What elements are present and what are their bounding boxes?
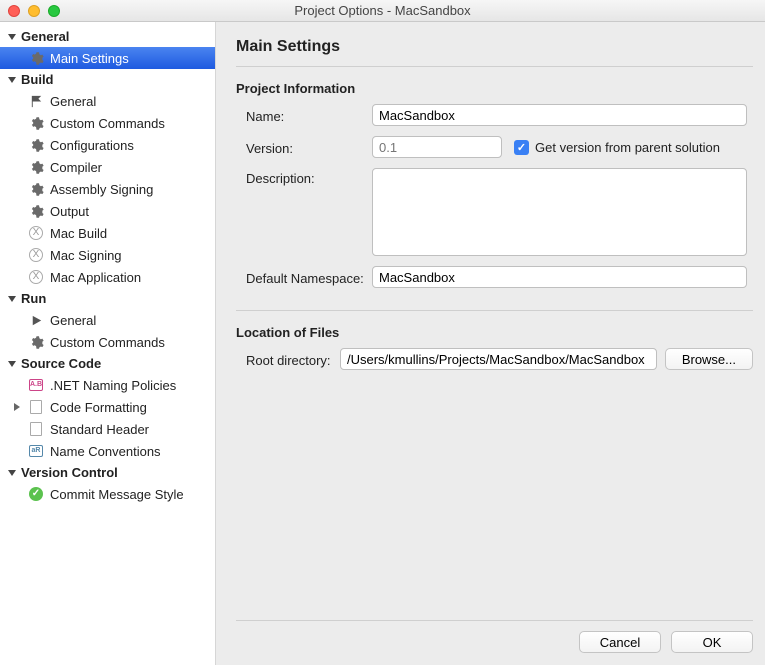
sidebar-section-general[interactable]: General [0, 26, 215, 47]
sidebar-item-general[interactable]: General [0, 309, 215, 331]
chevron-right-icon [14, 403, 20, 411]
gear-icon [28, 50, 44, 66]
description-textarea[interactable] [372, 168, 747, 256]
sidebar-item-label: General [50, 313, 96, 328]
gear-icon [28, 115, 44, 131]
sidebar-item-label: Assembly Signing [50, 182, 153, 197]
x-icon: X [28, 247, 44, 263]
browse-button[interactable]: Browse... [665, 348, 753, 370]
sidebar-item-custom-commands[interactable]: Custom Commands [0, 331, 215, 353]
chevron-down-icon [8, 296, 16, 302]
check-icon: ✓ [28, 486, 44, 502]
gear-icon [28, 137, 44, 153]
sidebar-item-standard-header[interactable]: Standard Header [0, 418, 215, 440]
sidebar-item-label: Name Conventions [50, 444, 161, 459]
sidebar-item-assembly-signing[interactable]: Assembly Signing [0, 178, 215, 200]
namespace-label: Default Namespace: [236, 268, 372, 286]
gear-icon [28, 203, 44, 219]
sidebar-section-version-control[interactable]: Version Control [0, 462, 215, 483]
doc-icon [28, 421, 44, 437]
flag-icon [28, 93, 44, 109]
ab-icon: A.B [28, 377, 44, 393]
sidebar-section-label: Run [21, 291, 46, 306]
description-label: Description: [236, 168, 372, 186]
version-label: Version: [236, 138, 372, 156]
sidebar-section-build[interactable]: Build [0, 69, 215, 90]
page-title: Main Settings [236, 38, 753, 56]
version-from-parent-label: Get version from parent solution [535, 140, 720, 155]
sidebar-item-code-formatting[interactable]: Code Formatting [0, 396, 215, 418]
main-panel: Main Settings Project Information Name: … [216, 22, 765, 665]
chevron-down-icon [8, 34, 16, 40]
sidebar-item--net-naming-policies[interactable]: A.B .NET Naming Policies [0, 374, 215, 396]
ok-button[interactable]: OK [671, 631, 753, 653]
gear-icon [28, 181, 44, 197]
divider [236, 66, 753, 67]
sidebar-section-label: General [21, 29, 69, 44]
sidebar-section-label: Version Control [21, 465, 118, 480]
root-label: Root directory: [236, 350, 340, 368]
sidebar-section-run[interactable]: Run [0, 288, 215, 309]
sidebar-item-commit-message-style[interactable]: ✓ Commit Message Style [0, 483, 215, 505]
dialog-footer: Cancel OK [236, 620, 753, 653]
name-label: Name: [236, 106, 372, 124]
version-input [372, 136, 502, 158]
sidebar-item-label: Mac Signing [50, 248, 122, 263]
doc-icon [28, 399, 44, 415]
namespace-input[interactable] [372, 266, 747, 288]
root-directory-input[interactable] [340, 348, 657, 370]
version-from-parent-checkbox[interactable]: ✓ [514, 140, 529, 155]
sidebar-item-label: Mac Application [50, 270, 141, 285]
sidebar-section-label: Source Code [21, 356, 101, 371]
sidebar-item-label: General [50, 94, 96, 109]
sidebar-item-main-settings[interactable]: Main Settings [0, 47, 215, 69]
sidebar-item-label: Mac Build [50, 226, 107, 241]
sidebar-item-general[interactable]: General [0, 90, 215, 112]
titlebar: Project Options - MacSandbox [0, 0, 765, 22]
divider [236, 310, 753, 311]
project-info-heading: Project Information [236, 81, 753, 96]
sidebar-item-name-conventions[interactable]: aR Name Conventions [0, 440, 215, 462]
sidebar-item-label: Standard Header [50, 422, 149, 437]
window-title: Project Options - MacSandbox [0, 3, 765, 18]
sidebar-item-configurations[interactable]: Configurations [0, 134, 215, 156]
sidebar-item-label: Custom Commands [50, 116, 165, 131]
sidebar-item-label: Commit Message Style [50, 487, 184, 502]
sidebar-section-label: Build [21, 72, 54, 87]
sidebar-item-label: .NET Naming Policies [50, 378, 176, 393]
x-icon: X [28, 269, 44, 285]
sidebar-item-label: Compiler [50, 160, 102, 175]
play-icon [28, 312, 44, 328]
sidebar-item-mac-signing[interactable]: X Mac Signing [0, 244, 215, 266]
x-icon: X [28, 225, 44, 241]
gear-icon [28, 159, 44, 175]
sidebar-item-mac-build[interactable]: X Mac Build [0, 222, 215, 244]
sidebar-item-label: Custom Commands [50, 335, 165, 350]
gear-icon [28, 334, 44, 350]
sidebar-section-source-code[interactable]: Source Code [0, 353, 215, 374]
sidebar-item-compiler[interactable]: Compiler [0, 156, 215, 178]
sidebar-item-output[interactable]: Output [0, 200, 215, 222]
location-heading: Location of Files [236, 325, 753, 340]
ar-icon: aR [28, 443, 44, 459]
cancel-button[interactable]: Cancel [579, 631, 661, 653]
sidebar-item-custom-commands[interactable]: Custom Commands [0, 112, 215, 134]
sidebar-item-label: Configurations [50, 138, 134, 153]
sidebar-item-label: Main Settings [50, 51, 129, 66]
name-input[interactable] [372, 104, 747, 126]
sidebar: General Main Settings Build General Custom C… [0, 22, 216, 665]
chevron-down-icon [8, 361, 16, 367]
chevron-down-icon [8, 470, 16, 476]
sidebar-item-mac-application[interactable]: X Mac Application [0, 266, 215, 288]
chevron-down-icon [8, 77, 16, 83]
sidebar-item-label: Code Formatting [50, 400, 147, 415]
sidebar-item-label: Output [50, 204, 89, 219]
